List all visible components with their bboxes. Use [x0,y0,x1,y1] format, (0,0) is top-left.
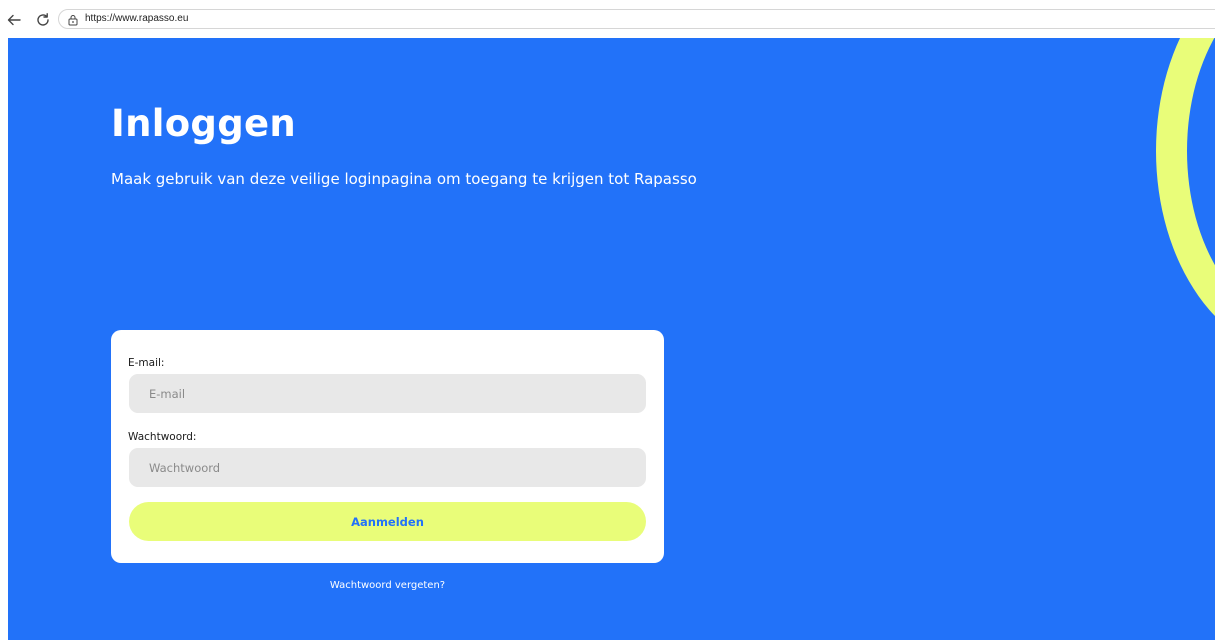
forgot-password-link[interactable]: Wachtwoord vergeten? [111,579,664,593]
login-page: Inloggen Maak gebruik van deze veilige l… [8,38,1215,640]
back-arrow-icon[interactable] [6,12,22,28]
page-title: Inloggen [111,102,297,145]
address-url: https://www.rapasso.eu [85,13,189,24]
address-bar[interactable]: https://www.rapasso.eu [58,9,1215,29]
login-card: E-mail: Wachtwoord: Aanmelden [111,330,664,563]
login-button[interactable]: Aanmelden [129,502,646,541]
email-label: E-mail: [128,357,165,369]
reload-icon[interactable] [35,12,51,28]
site-info-icon[interactable] [67,13,79,26]
password-field[interactable] [129,448,646,487]
password-label: Wachtwoord: [128,431,197,443]
browser-toolbar: https://www.rapasso.eu [0,0,1215,38]
email-field[interactable] [129,374,646,413]
page-subtitle: Maak gebruik van deze veilige loginpagin… [111,170,697,188]
decorative-ring [1156,38,1215,356]
